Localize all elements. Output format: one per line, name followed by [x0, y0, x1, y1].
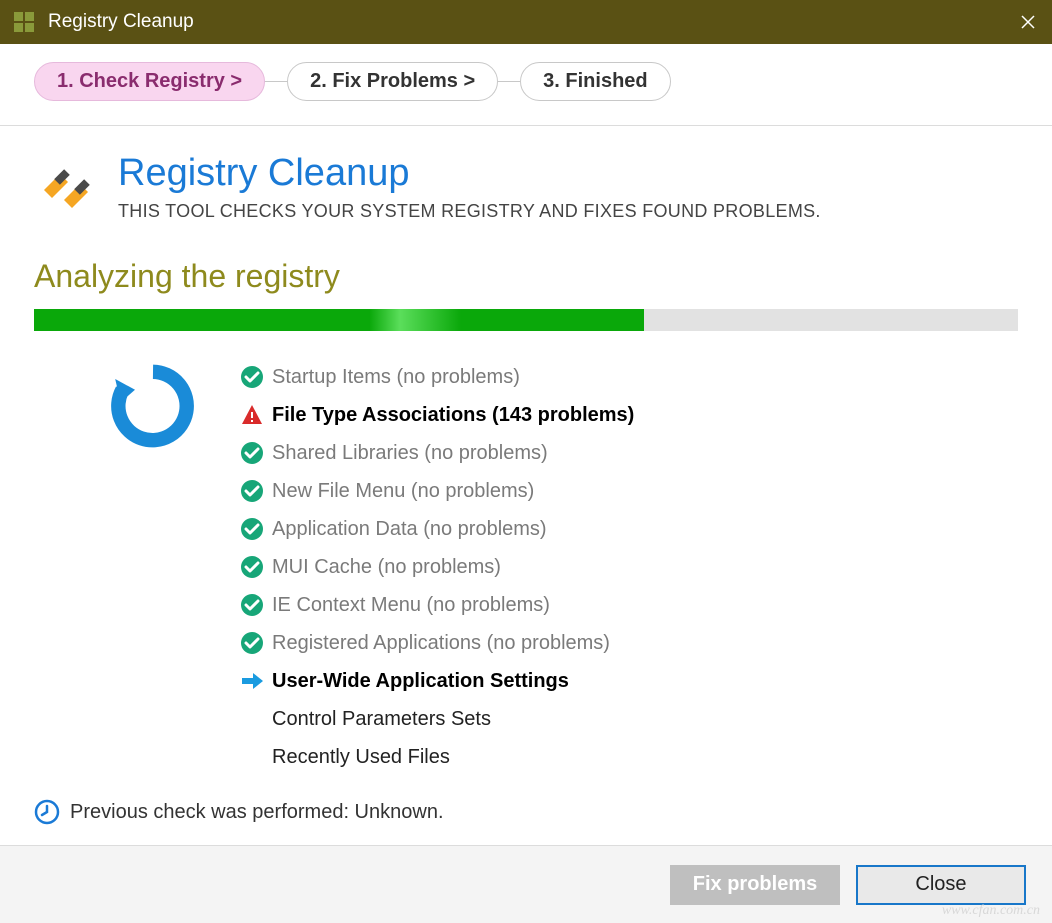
- wizard-steps: 1. Check Registry > 2. Fix Problems > 3.…: [0, 44, 1052, 126]
- arrow-right-icon: [240, 669, 264, 693]
- check-item-label: User-Wide Application Settings: [272, 665, 569, 697]
- check-item-label: Shared Libraries (no problems): [272, 437, 548, 469]
- status-heading: Analyzing the registry: [34, 258, 1018, 295]
- check-item: User-Wide Application Settings: [240, 665, 634, 697]
- registry-cleanup-icon: [34, 152, 98, 221]
- check-item-label: Recently Used Files: [272, 741, 450, 773]
- close-button[interactable]: Close: [856, 865, 1026, 905]
- check-item-label: Control Parameters Sets: [272, 703, 491, 735]
- clock-icon: [34, 799, 60, 825]
- checkmark-icon: [240, 631, 264, 655]
- step-3[interactable]: 3. Finished: [520, 62, 670, 101]
- warning-icon: [240, 403, 264, 427]
- checkmark-icon: [240, 365, 264, 389]
- check-item: New File Menu (no problems): [240, 475, 634, 507]
- check-item-label: New File Menu (no problems): [272, 475, 534, 507]
- page-title: Registry Cleanup: [118, 152, 821, 195]
- check-items-list: Startup Items (no problems) File Type Ass…: [240, 361, 634, 773]
- check-item: IE Context Menu (no problems): [240, 589, 634, 621]
- check-item-label: IE Context Menu (no problems): [272, 589, 550, 621]
- previous-check-row: Previous check was performed: Unknown.: [0, 799, 1052, 845]
- check-item: Recently Used Files: [240, 741, 634, 773]
- spinner-icon: [108, 361, 198, 773]
- previous-check-text: Previous check was performed: Unknown.: [70, 801, 444, 824]
- step-1[interactable]: 1. Check Registry >: [34, 62, 265, 101]
- check-item: Shared Libraries (no problems): [240, 437, 634, 469]
- checkmark-icon: [240, 479, 264, 503]
- checkmark-icon: [240, 517, 264, 541]
- check-item-label: File Type Associations (143 problems): [272, 399, 634, 431]
- footer: Fix problems Close www.cfan.com.cn: [0, 845, 1052, 923]
- check-item-label: Startup Items (no problems): [272, 361, 520, 393]
- checkmark-icon: [240, 593, 264, 617]
- window-title: Registry Cleanup: [48, 11, 194, 33]
- checkmark-icon: [240, 441, 264, 465]
- check-item: Startup Items (no problems): [240, 361, 634, 393]
- check-item-label: Registered Applications (no problems): [272, 627, 610, 659]
- step-connector: [498, 81, 520, 82]
- progress-bar: [34, 309, 1018, 331]
- check-item: MUI Cache (no problems): [240, 551, 634, 583]
- step-connector: [265, 81, 287, 82]
- main-content: Registry Cleanup THIS TOOL CHECKS YOUR S…: [0, 126, 1052, 799]
- fix-problems-button: Fix problems: [670, 865, 840, 905]
- close-icon[interactable]: [1004, 0, 1052, 44]
- step-2[interactable]: 2. Fix Problems >: [287, 62, 498, 101]
- analysis-area: Startup Items (no problems) File Type Ass…: [34, 361, 1018, 773]
- check-item: Application Data (no problems): [240, 513, 634, 545]
- progress-fill: [34, 309, 644, 331]
- titlebar: Registry Cleanup: [0, 0, 1052, 44]
- check-item: Registered Applications (no problems): [240, 627, 634, 659]
- check-item-label: MUI Cache (no problems): [272, 551, 501, 583]
- page-subtitle: THIS TOOL CHECKS YOUR SYSTEM REGISTRY AN…: [118, 201, 821, 222]
- app-icon: [14, 12, 34, 32]
- check-item: Control Parameters Sets: [240, 703, 634, 735]
- checkmark-icon: [240, 555, 264, 579]
- page-header: Registry Cleanup THIS TOOL CHECKS YOUR S…: [34, 152, 1018, 222]
- check-item-label: Application Data (no problems): [272, 513, 547, 545]
- check-item: File Type Associations (143 problems): [240, 399, 634, 431]
- watermark: www.cfan.com.cn: [942, 903, 1040, 919]
